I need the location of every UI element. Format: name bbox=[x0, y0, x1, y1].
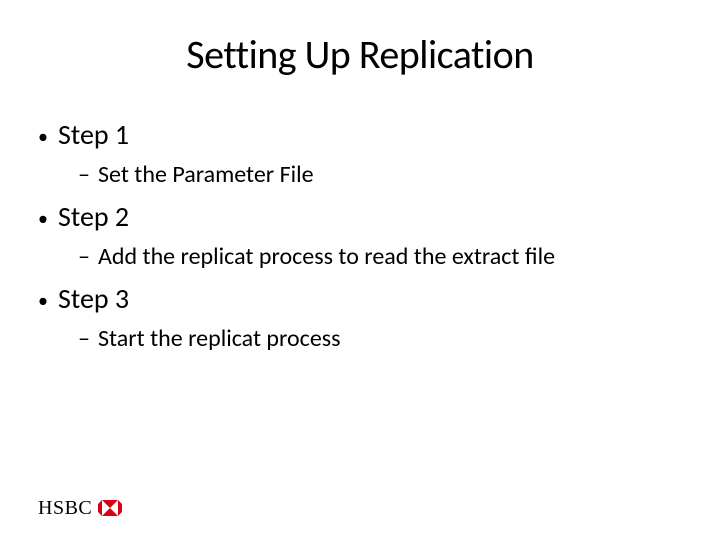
sub-line: – Start the replicat process bbox=[38, 324, 682, 353]
step-item: • Step 2 – Add the replicat process to r… bbox=[38, 199, 682, 271]
step-line: • Step 2 bbox=[38, 199, 682, 234]
step-item: • Step 1 – Set the Parameter File bbox=[38, 117, 682, 189]
step-label: Step 2 bbox=[58, 199, 129, 234]
bullet-icon: • bbox=[38, 125, 58, 149]
bullet-icon: • bbox=[38, 289, 58, 313]
dash-icon: – bbox=[78, 160, 98, 189]
sub-text: Add the replicat process to read the ext… bbox=[98, 242, 555, 271]
sub-text: Start the replicat process bbox=[98, 324, 341, 353]
logo-text: HSBC bbox=[38, 497, 92, 520]
sub-line: – Add the replicat process to read the e… bbox=[38, 242, 682, 271]
logo: HSBC bbox=[38, 496, 122, 520]
content-area: • Step 1 – Set the Parameter File • Step… bbox=[0, 117, 720, 353]
slide-title: Setting Up Replication bbox=[0, 30, 720, 79]
dash-icon: – bbox=[78, 324, 98, 353]
slide: Setting Up Replication • Step 1 – Set th… bbox=[0, 0, 720, 540]
hexagon-icon bbox=[98, 496, 122, 520]
step-item: • Step 3 – Start the replicat process bbox=[38, 281, 682, 353]
step-label: Step 1 bbox=[58, 117, 129, 152]
step-line: • Step 3 bbox=[38, 281, 682, 316]
bullet-icon: • bbox=[38, 207, 58, 231]
step-label: Step 3 bbox=[58, 281, 129, 316]
step-line: • Step 1 bbox=[38, 117, 682, 152]
sub-text: Set the Parameter File bbox=[98, 160, 314, 189]
dash-icon: – bbox=[78, 242, 98, 271]
tri-right bbox=[118, 500, 122, 516]
tri-left bbox=[98, 500, 102, 516]
sub-line: – Set the Parameter File bbox=[38, 160, 682, 189]
